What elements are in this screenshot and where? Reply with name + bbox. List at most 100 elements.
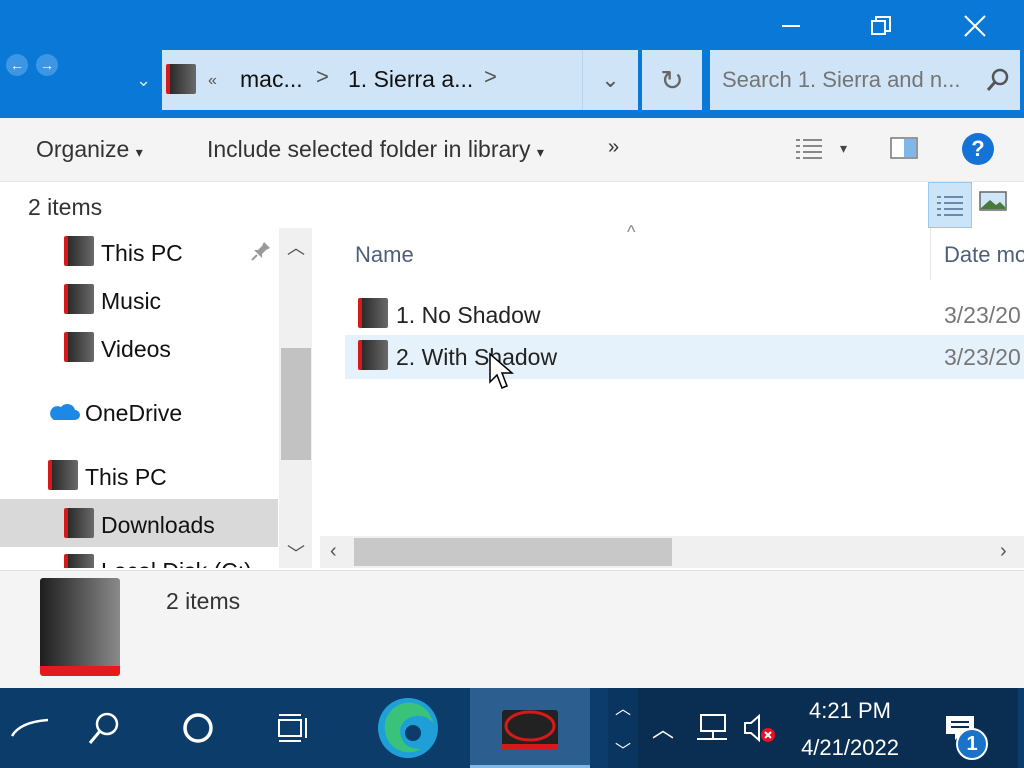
- edge-icon: [378, 698, 438, 758]
- back-button[interactable]: ←: [6, 54, 28, 76]
- nav-item-videos[interactable]: Videos: [101, 336, 171, 363]
- file-name: 2. With Shadow: [396, 344, 558, 370]
- file-row[interactable]: 1. No Shadow 3/23/20: [345, 293, 1024, 337]
- downloads-folder-icon: [64, 508, 94, 538]
- search-taskbar-button[interactable]: [74, 688, 134, 768]
- organize-menu[interactable]: Organize ▾: [36, 136, 143, 163]
- chevron-down-icon[interactable]: ﹀: [615, 737, 631, 761]
- column-header-name[interactable]: Name: [355, 242, 414, 268]
- breadcrumb-overflow[interactable]: «: [208, 72, 217, 90]
- details-pane: [0, 570, 1024, 688]
- task-view-button[interactable]: [264, 688, 324, 768]
- large-icons-view-toggle[interactable]: [978, 188, 1008, 221]
- caret-down-icon: ▾: [536, 144, 544, 160]
- edge-taskbar-button[interactable]: [370, 688, 446, 768]
- close-button[interactable]: [930, 0, 1020, 52]
- search-icon: [88, 712, 119, 744]
- include-in-library-menu[interactable]: Include selected folder in library ▾: [207, 136, 544, 163]
- clock-date[interactable]: 4/21/2022: [790, 735, 910, 761]
- folder-icon: [166, 64, 196, 94]
- caret-down-icon: ▾: [135, 144, 143, 160]
- network-button[interactable]: [690, 688, 734, 768]
- change-view-button[interactable]: [794, 136, 826, 167]
- scroll-right-icon[interactable]: ›: [1000, 540, 1007, 563]
- folder-icon: [358, 340, 388, 370]
- nav-item-downloads[interactable]: Downloads: [101, 512, 215, 539]
- file-date: 3/23/20: [944, 344, 1021, 370]
- details-item-count: 2 items: [166, 588, 241, 614]
- column-header-date[interactable]: Date mo: [944, 242, 1024, 268]
- file-row-hover[interactable]: 2. With Shadow 3/23/20: [345, 335, 1024, 379]
- sort-ascending-icon: ^: [627, 222, 636, 242]
- scroll-up-icon[interactable]: ︿: [287, 234, 305, 260]
- onedrive-icon: [50, 403, 80, 420]
- breadcrumb-segment-mac[interactable]: mac...: [240, 66, 303, 93]
- address-dropdown-button[interactable]: ⌄: [582, 50, 638, 110]
- start-icon: [10, 718, 49, 737]
- include-library-label: Include selected folder in library: [207, 136, 531, 162]
- clock-time[interactable]: 4:21 PM: [790, 698, 910, 724]
- notification-count-badge: 1: [956, 728, 988, 760]
- nav-item-this-pc[interactable]: This PC: [85, 464, 167, 491]
- minimize-button[interactable]: [746, 0, 836, 52]
- forward-button[interactable]: →: [36, 54, 58, 76]
- explorer-taskbar-button[interactable]: [470, 688, 590, 768]
- breadcrumb-separator[interactable]: >: [316, 64, 329, 90]
- pc-icon: [48, 460, 78, 490]
- preview-pane-icon: [890, 137, 918, 159]
- view-dropdown-icon[interactable]: ▾: [840, 140, 847, 157]
- nav-item-onedrive[interactable]: OneDrive: [85, 400, 182, 427]
- arrow-right-icon: →: [40, 57, 54, 73]
- cortana-icon: [183, 713, 213, 743]
- nav-scroll-thumb[interactable]: [281, 348, 311, 460]
- network-icon: [697, 714, 727, 740]
- organize-label: Organize: [36, 136, 130, 162]
- details-view-icon: [937, 196, 963, 216]
- restore-icon: [871, 16, 891, 35]
- item-count: 2 items: [28, 194, 103, 220]
- pin-icon[interactable]: [250, 240, 272, 262]
- file-date: 3/23/20: [944, 302, 1021, 328]
- refresh-button[interactable]: ↻: [642, 50, 702, 110]
- arrow-left-icon: ←: [10, 57, 24, 73]
- chevron-up-icon: ︿: [651, 717, 674, 742]
- nav-item-music[interactable]: Music: [101, 288, 161, 315]
- rog-folder-icon: [502, 709, 558, 750]
- breadcrumb-segment-sierra[interactable]: 1. Sierra a...: [348, 66, 473, 93]
- cortana-button[interactable]: [168, 688, 228, 768]
- videos-folder-icon: [64, 332, 94, 362]
- recent-locations-chevron-icon[interactable]: ⌄: [136, 70, 151, 91]
- details-view-icon: [796, 139, 822, 159]
- refresh-icon: ↻: [660, 64, 684, 96]
- nav-item-this-pc-quick[interactable]: This PC: [101, 240, 183, 267]
- chevron-up-icon[interactable]: ︿: [615, 695, 631, 719]
- task-view-icon: [278, 714, 307, 742]
- horizontal-scroll-thumb[interactable]: [354, 538, 672, 566]
- volume-button[interactable]: [740, 688, 780, 768]
- folder-thumbnail-icon: [40, 578, 120, 676]
- details-view-toggle[interactable]: [928, 182, 972, 228]
- help-icon: ?: [971, 136, 985, 161]
- breadcrumb-separator-end[interactable]: >: [484, 64, 497, 90]
- scroll-left-icon[interactable]: ‹: [330, 540, 337, 563]
- drive-icon: [64, 554, 94, 568]
- help-button[interactable]: ?: [962, 133, 994, 165]
- preview-pane-button[interactable]: [890, 136, 920, 167]
- search-icon: [986, 68, 1009, 91]
- nav-item-local-disk[interactable]: Local Disk (C:): [101, 558, 252, 568]
- mouse-cursor-icon: [489, 352, 515, 389]
- more-commands-button[interactable]: »: [608, 136, 619, 159]
- file-name: 1. No Shadow: [396, 302, 541, 328]
- music-folder-icon: [64, 284, 94, 314]
- start-button[interactable]: [0, 688, 60, 768]
- search-box[interactable]: [710, 50, 1020, 110]
- search-input[interactable]: [722, 64, 978, 96]
- navigation-pane: This PC Music Videos OneDrive This PC Do…: [0, 228, 312, 568]
- volume-muted-icon: [744, 713, 775, 743]
- show-hidden-icons-button[interactable]: ︿: [646, 688, 680, 768]
- restore-button[interactable]: [836, 0, 926, 52]
- scroll-down-icon[interactable]: ﹀: [287, 540, 305, 566]
- column-divider[interactable]: [930, 228, 931, 280]
- folder-icon: [358, 298, 388, 328]
- taskbar-scroll[interactable]: ︿ ﹀: [608, 688, 638, 768]
